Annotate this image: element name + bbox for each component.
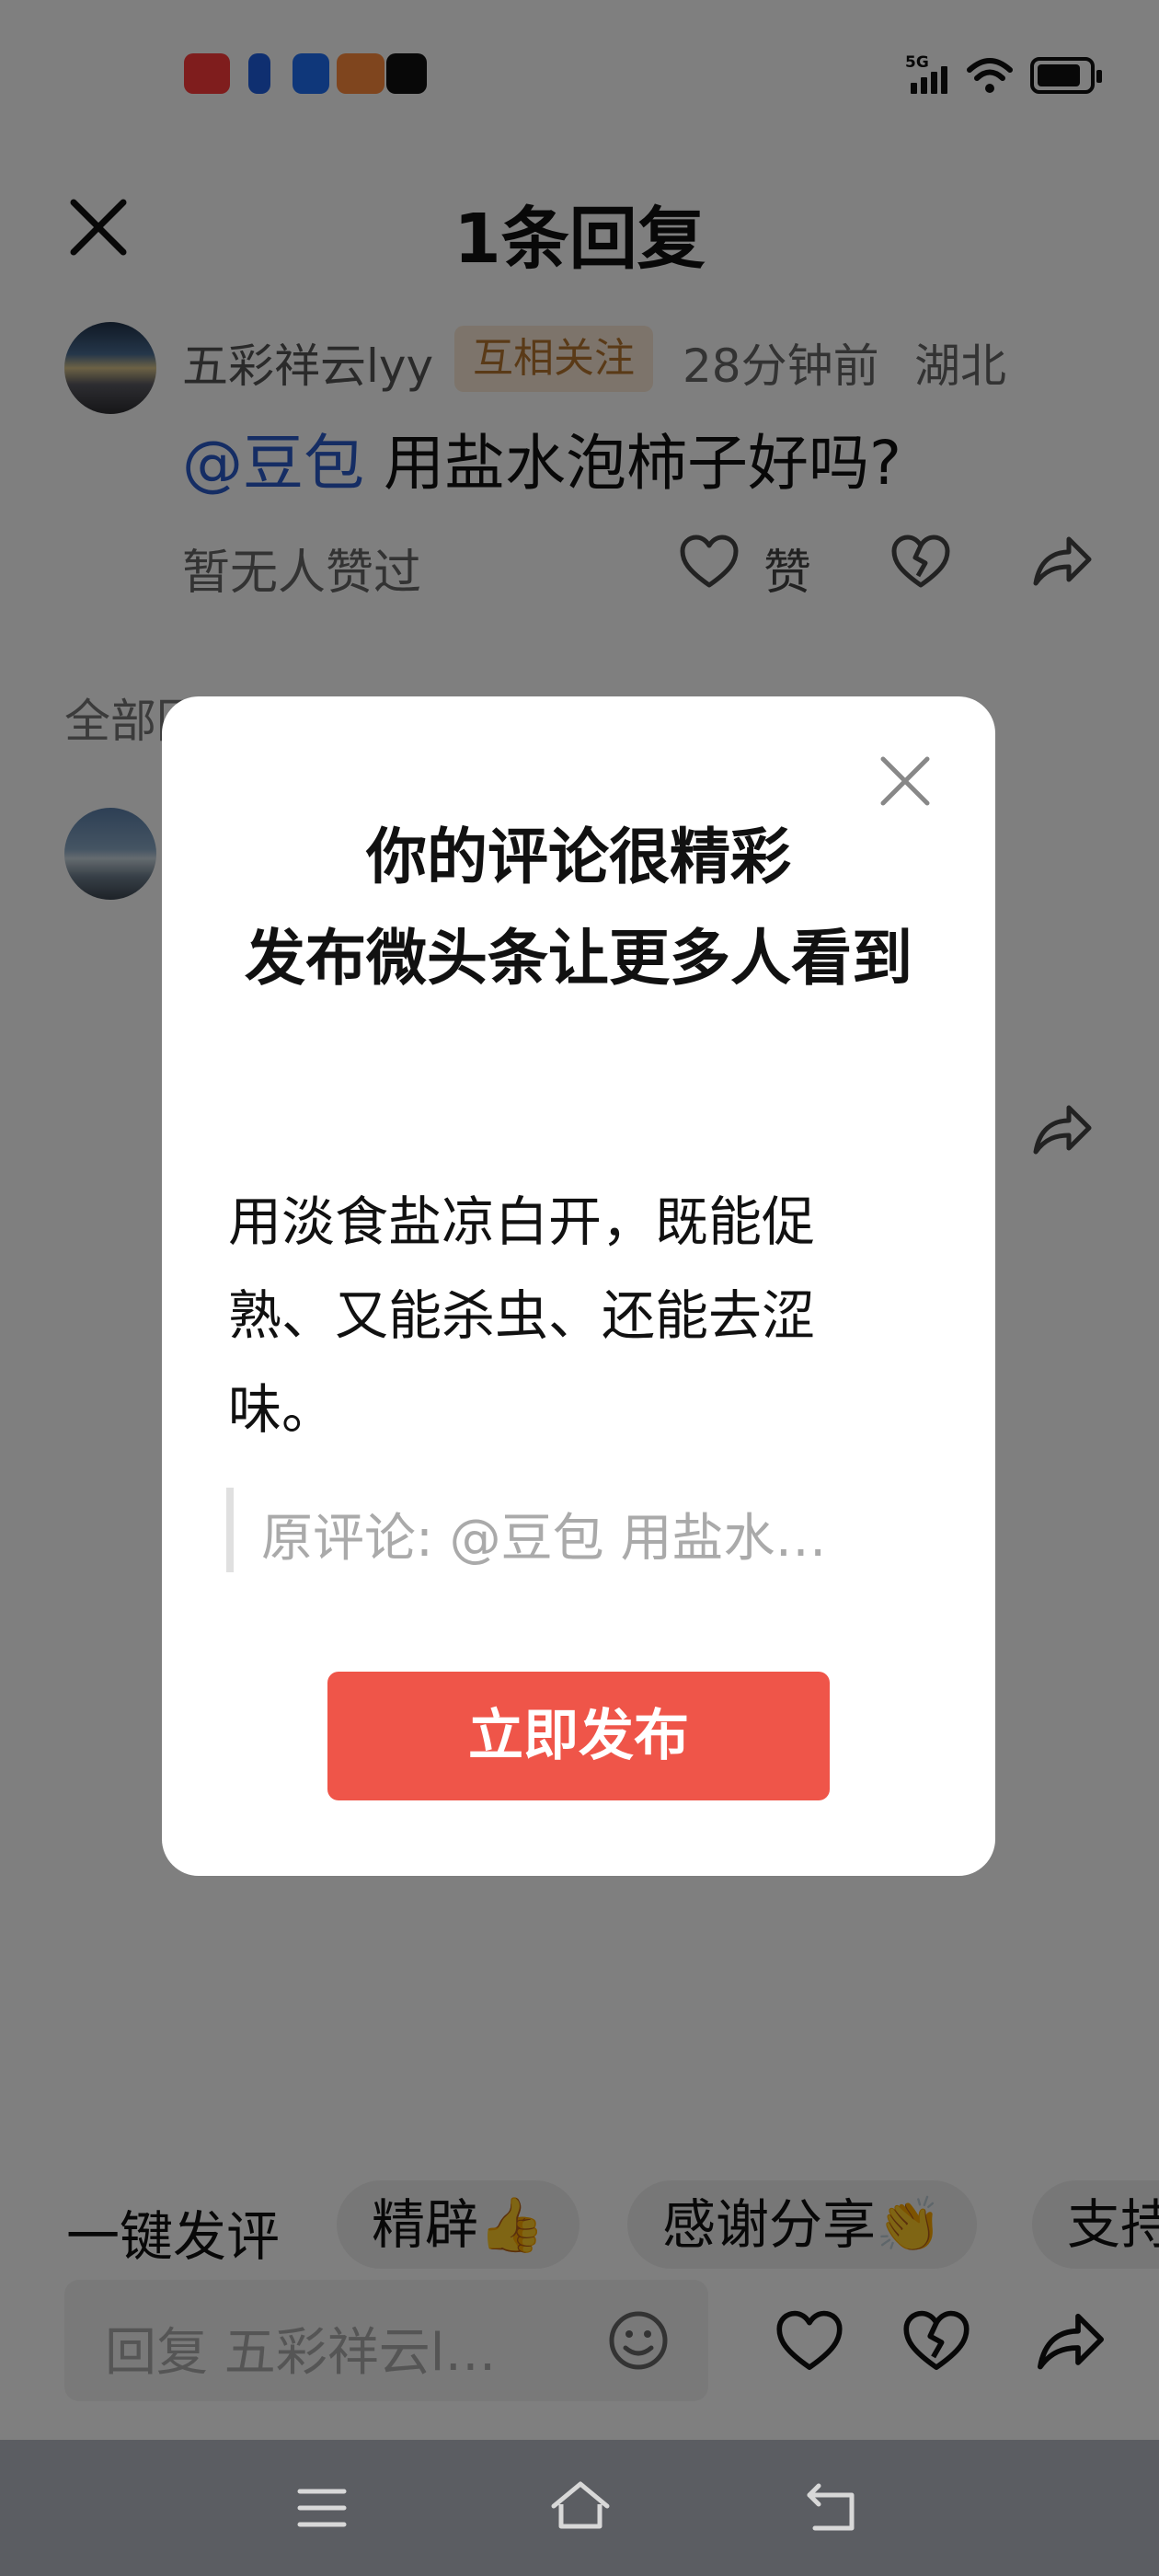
back-icon[interactable] — [806, 2480, 865, 2536]
publish-button[interactable]: 立即发布 — [327, 1672, 830, 1800]
original-comment-quote: 原评论: @豆包 用盐水… — [261, 1509, 827, 1569]
modal-title-line1: 你的评论很精彩 — [366, 822, 791, 892]
menu-icon[interactable] — [294, 2484, 350, 2532]
modal-comment-text: 用淡食盐凉白开，既能促熟、又能杀虫、还能去涩味。 — [228, 1190, 816, 1441]
publish-modal: 你的评论很精彩 发布微头条让更多人看到 用淡食盐凉白开，既能促熟、又能杀虫、还能… — [162, 696, 995, 1876]
system-nav-bar — [0, 2440, 1159, 2576]
close-icon[interactable] — [879, 755, 931, 807]
modal-title: 你的评论很精彩 发布微头条让更多人看到 — [217, 807, 940, 1009]
modal-title-line2: 发布微头条让更多人看到 — [245, 923, 912, 994]
quote-bar — [226, 1488, 234, 1572]
home-icon[interactable] — [548, 2478, 613, 2536]
